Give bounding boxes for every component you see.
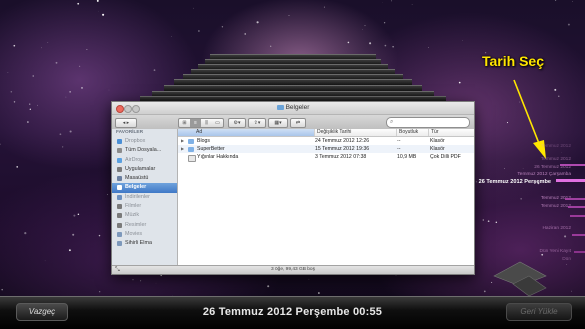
restore-button[interactable]: Geri Yükle	[506, 303, 572, 321]
restore-label: Geri Yükle	[520, 307, 558, 316]
bottom-bar: Vazgeç 26 Temmuz 2012 Perşembe 00:55 Ger…	[0, 296, 585, 329]
time-machine-background: Belgeler ◂ ▸ ⊞ ≡ ⫼ ▭ ⚙▾ ⇪▾ ▦▾ ⇄ ⌕ FAVORİ…	[0, 0, 585, 329]
current-date-label: 26 Temmuz 2012 Perşembe 00:55	[202, 306, 383, 318]
navigation-arrows	[493, 261, 547, 297]
